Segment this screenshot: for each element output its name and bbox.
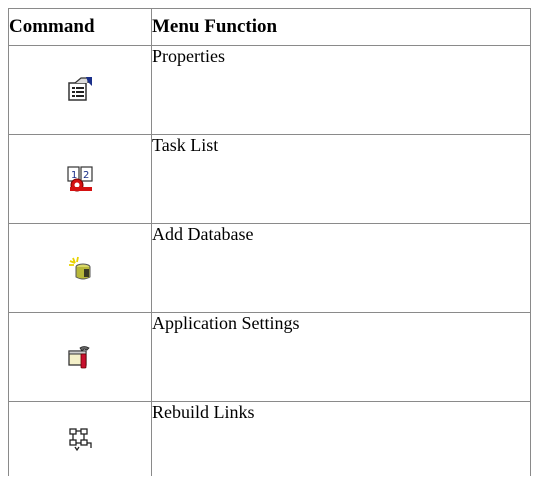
- table-row: Add Database: [8, 223, 531, 313]
- command-cell: [8, 401, 152, 476]
- command-cell: [8, 312, 152, 402]
- header-row: Command Menu Function: [8, 8, 531, 46]
- table-row: 1 2 Task List: [8, 134, 531, 224]
- menu-function-label: Add Database: [151, 223, 531, 313]
- menu-function-label: Rebuild Links: [151, 401, 531, 476]
- table-row: Properties: [8, 45, 531, 135]
- properties-icon: [66, 76, 94, 104]
- command-cell: [8, 45, 152, 135]
- command-table: Command Menu Function Properties 1 2 Tas…: [8, 8, 531, 476]
- command-cell: [8, 223, 152, 313]
- command-header: Command: [8, 8, 152, 46]
- svg-text:2: 2: [83, 170, 89, 181]
- table-row: Rebuild Links: [8, 401, 531, 476]
- menu-function-header: Menu Function: [151, 8, 531, 46]
- add-database-icon: [66, 254, 94, 282]
- rebuild-links-icon: [66, 425, 94, 453]
- application-settings-icon: [66, 343, 94, 371]
- command-cell: 1 2: [8, 134, 152, 224]
- menu-function-label: Properties: [151, 45, 531, 135]
- menu-function-label: Application Settings: [151, 312, 531, 402]
- table-row: Application Settings: [8, 312, 531, 402]
- task-list-icon: 1 2: [66, 165, 94, 193]
- menu-function-label: Task List: [151, 134, 531, 224]
